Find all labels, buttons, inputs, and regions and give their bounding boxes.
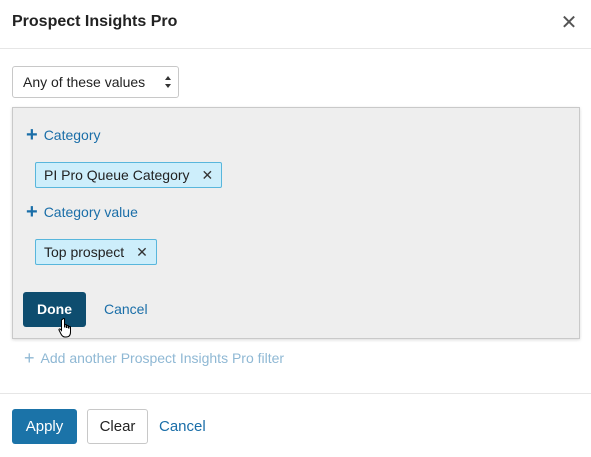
- clear-button[interactable]: Clear: [87, 409, 148, 444]
- remove-value-icon[interactable]: ✕: [136, 240, 148, 264]
- category-value-chip: Top prospect ✕: [35, 239, 157, 265]
- operator-select[interactable]: Any of these values: [12, 66, 179, 98]
- plus-icon: +: [24, 348, 35, 368]
- footer-cancel-link[interactable]: Cancel: [159, 418, 206, 435]
- add-category-value-label: Category value: [43, 204, 138, 220]
- add-another-filter-link[interactable]: + Add another Prospect Insights Pro filt…: [24, 348, 285, 368]
- done-button[interactable]: Done: [23, 292, 86, 327]
- add-category-value-link[interactable]: + Category value: [26, 201, 138, 223]
- remove-category-icon[interactable]: ✕: [202, 163, 214, 187]
- hand-cursor-icon: [58, 318, 71, 338]
- plus-icon: +: [26, 201, 38, 223]
- dialog-header: Prospect Insights Pro ✕: [0, 0, 591, 49]
- plus-icon: +: [26, 124, 38, 146]
- select-arrows-icon: [165, 76, 171, 88]
- operator-select-value: Any of these values: [23, 74, 146, 90]
- add-category-label: Category: [43, 127, 101, 143]
- category-chip-label: PI Pro Queue Category: [44, 167, 190, 183]
- close-icon[interactable]: ✕: [559, 12, 579, 34]
- apply-button[interactable]: Apply: [12, 409, 77, 444]
- category-chip: PI Pro Queue Category ✕: [35, 162, 223, 188]
- panel-cancel-link[interactable]: Cancel: [104, 301, 148, 317]
- add-category-link[interactable]: + Category: [26, 124, 101, 146]
- add-another-filter-label: Add another Prospect Insights Pro filter: [40, 350, 285, 366]
- category-value-chip-label: Top prospect: [44, 244, 125, 260]
- dialog-title: Prospect Insights Pro: [12, 13, 178, 30]
